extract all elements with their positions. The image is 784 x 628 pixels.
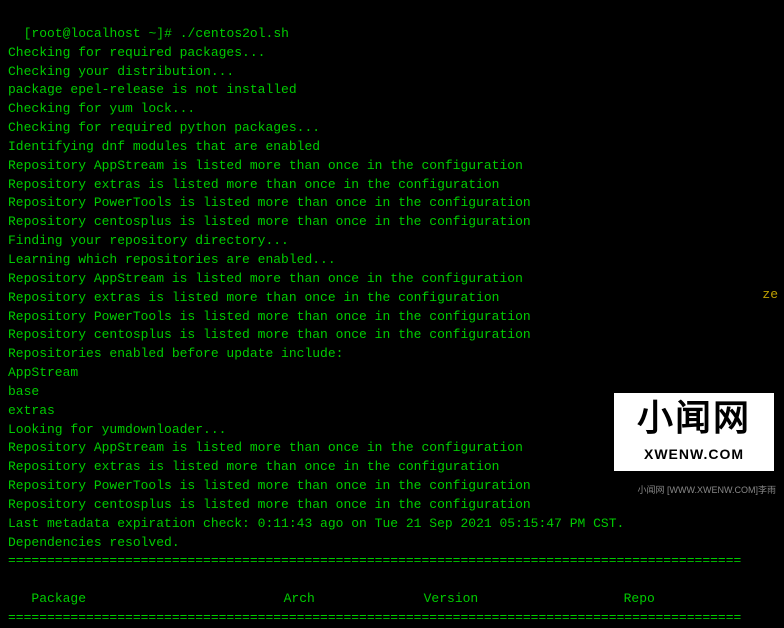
output-line: AppStream: [8, 364, 776, 383]
prompt-host: localhost: [70, 26, 140, 41]
output-line: Checking for required packages...: [8, 44, 776, 63]
table-separator: ========================================…: [8, 609, 776, 628]
output-line: Repository extras is listed more than on…: [8, 176, 776, 195]
watermark-title: 小闻网: [614, 395, 774, 442]
prompt-command: ./centos2ol.sh: [172, 26, 289, 41]
bottom-attribution: 小闻网 [WWW.XWENW.COM]李雨: [638, 484, 777, 497]
prompt-user: root: [31, 26, 62, 41]
output-line: Repository extras is listed more than on…: [8, 289, 776, 308]
output-line: Finding your repository directory...: [8, 232, 776, 251]
prompt-close-bracket: ]: [156, 26, 164, 41]
output-line: Repositories enabled before update inclu…: [8, 345, 776, 364]
output-line: package epel-release is not installed: [8, 81, 776, 100]
output-line: Identifying dnf modules that are enabled: [8, 138, 776, 157]
col-package: Package: [24, 590, 284, 609]
output-line: Repository AppStream is listed more than…: [8, 270, 776, 289]
output-line: Repository PowerTools is listed more tha…: [8, 308, 776, 327]
col-version: Version: [424, 590, 624, 609]
output-line: Repository AppStream is listed more than…: [8, 157, 776, 176]
truncated-fragment: ze: [762, 286, 778, 305]
table-header-row: PackageArchVersionRepo: [8, 571, 776, 609]
watermark-badge: 小闻网 XWENW.COM: [612, 391, 776, 473]
output-line: Dependencies resolved.: [8, 534, 776, 553]
output-line: Checking your distribution...: [8, 63, 776, 82]
col-repo: Repo: [624, 590, 655, 609]
prompt-hash: #: [164, 26, 172, 41]
table-separator: ========================================…: [8, 552, 776, 571]
output-line: Repository centosplus is listed more tha…: [8, 326, 776, 345]
col-arch: Arch: [284, 590, 424, 609]
output-line: Repository centosplus is listed more tha…: [8, 496, 776, 515]
output-line: Last metadata expiration check: 0:11:43 …: [8, 515, 776, 534]
output-line: Repository PowerTools is listed more tha…: [8, 194, 776, 213]
output-line: Repository centosplus is listed more tha…: [8, 213, 776, 232]
watermark-url: XWENW.COM: [614, 444, 774, 464]
output-line: Checking for yum lock...: [8, 100, 776, 119]
output-line: Learning which repositories are enabled.…: [8, 251, 776, 270]
shell-prompt[interactable]: [root@localhost ~]# ./centos2ol.sh: [8, 6, 776, 44]
output-line: Checking for required python packages...: [8, 119, 776, 138]
